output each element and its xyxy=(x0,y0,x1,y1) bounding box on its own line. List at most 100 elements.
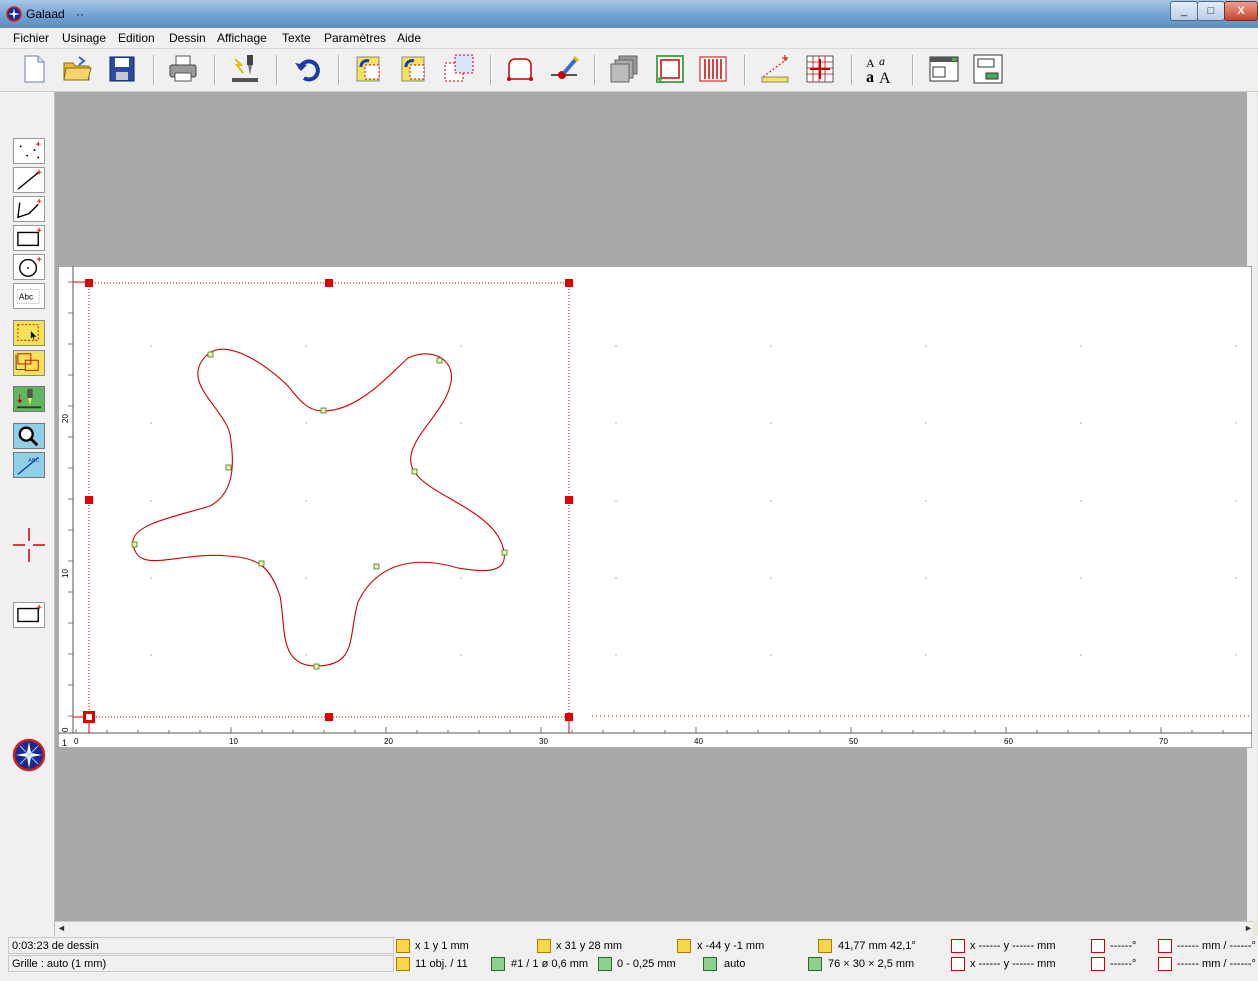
galaad-logo-icon xyxy=(6,6,22,22)
handle-top-right[interactable] xyxy=(565,279,573,287)
x-tick: 30 xyxy=(539,737,548,746)
coordinate-icon xyxy=(951,939,965,953)
status-mode: auto xyxy=(724,958,746,970)
circle-tool-icon[interactable] xyxy=(13,254,45,280)
toolbar: AaaA xyxy=(0,49,1258,92)
rotate-clockwise-icon[interactable] xyxy=(353,53,385,85)
save-disk-icon[interactable] xyxy=(106,53,138,85)
menu-dessin[interactable]: Dessin xyxy=(169,31,206,45)
line-tool-icon[interactable] xyxy=(13,167,45,193)
mode-icon xyxy=(703,957,717,971)
handle-top-left[interactable] xyxy=(85,279,93,287)
dimension-tool-icon[interactable]: ABC xyxy=(13,452,45,478)
status-distance: 41,77 mm 42,1° xyxy=(838,940,916,952)
window-title-suffix: ·· xyxy=(76,7,84,21)
select-frame-icon[interactable] xyxy=(654,53,686,85)
text-tool-icon[interactable]: Abc xyxy=(13,283,45,309)
handle-middle-left[interactable] xyxy=(85,496,93,504)
move-tool-icon[interactable] xyxy=(13,350,45,376)
menu-parametres[interactable]: Paramètres xyxy=(324,31,386,45)
status-drawing-time: 0:03:23 de dessin xyxy=(12,940,99,952)
x-tick: 20 xyxy=(384,737,393,746)
machine-tool-icon[interactable] xyxy=(13,386,45,412)
layers-icon[interactable] xyxy=(609,53,641,85)
svg-text:A: A xyxy=(866,56,875,70)
galaad-emblem-icon xyxy=(12,738,46,772)
print-icon[interactable] xyxy=(167,53,199,85)
coordinate-icon xyxy=(951,957,965,971)
array-copy-icon[interactable] xyxy=(443,53,475,85)
angle-icon xyxy=(1091,939,1105,953)
menu-texte[interactable]: Texte xyxy=(282,31,311,45)
minimize-button[interactable]: _ xyxy=(1170,1,1198,21)
horizontal-scrollbar[interactable] xyxy=(55,921,1253,936)
text-font-icon[interactable]: Aaa A xyxy=(865,53,897,85)
x-tick: 10 xyxy=(229,737,238,746)
rotate-counterclockwise-icon[interactable] xyxy=(398,53,430,85)
handle-bottom-center[interactable] xyxy=(325,713,333,721)
status-angle-a: ------° xyxy=(1110,940,1137,952)
machine-tool-icon[interactable] xyxy=(229,53,261,85)
title-bar xyxy=(0,0,1258,28)
window-layout-icon[interactable] xyxy=(928,53,960,85)
handle-top-center[interactable] xyxy=(325,279,333,287)
status-coord-a: x ------ y ------ mm xyxy=(970,940,1056,952)
length-icon xyxy=(1158,957,1172,971)
zoom-tool-icon[interactable] xyxy=(13,423,45,449)
x-tick: 70 xyxy=(1159,737,1168,746)
status-tool: #1 / 1 ø 0,6 mm xyxy=(511,958,589,970)
x-tick: 0 xyxy=(74,737,79,746)
status-pos2: x 31 y 28 mm xyxy=(556,940,623,952)
window-sub-layout-icon[interactable] xyxy=(972,53,1004,85)
ruler-corner-label: 1 xyxy=(62,738,67,748)
length-icon xyxy=(1158,939,1172,953)
drawing-canvas[interactable]: 1 0 10 20 30 40 50 60 70 20 10 0 xyxy=(58,266,1252,748)
menu-aide[interactable]: Aide xyxy=(397,31,421,45)
status-depth: 0 - 0,25 mm xyxy=(617,958,676,970)
svg-text:a: a xyxy=(879,54,885,68)
menu-affichage[interactable]: Affichage xyxy=(217,31,267,45)
status-pos3: x -44 y -1 mm xyxy=(697,940,765,952)
rectangle-frame-icon[interactable] xyxy=(13,602,45,628)
menu-edition[interactable]: Edition xyxy=(118,31,155,45)
status-coord-b: x ------ y ------ mm xyxy=(970,958,1056,970)
select-tool-icon[interactable] xyxy=(13,320,45,346)
status-size: 76 × 30 × 2,5 mm xyxy=(828,958,915,970)
tool-palette: Abc ABC xyxy=(0,92,55,936)
scroll-right-arrow-icon[interactable]: ► xyxy=(1244,923,1253,933)
crosshair-icon xyxy=(13,528,45,562)
close-button[interactable]: X xyxy=(1224,1,1258,21)
objects-icon xyxy=(396,957,410,971)
position-icon xyxy=(537,939,551,953)
distance-icon xyxy=(818,939,832,953)
open-folder-icon[interactable] xyxy=(61,53,93,85)
new-file-icon[interactable] xyxy=(18,53,50,85)
trace-shape-icon[interactable] xyxy=(504,53,536,85)
status-grid: Grille : auto (1 mm) xyxy=(12,958,107,970)
maximize-button[interactable]: □ xyxy=(1197,1,1225,21)
status-pos1: x 1 y 1 mm xyxy=(415,940,469,952)
status-bar: 0:03:23 de dessin Grille : auto (1 mm) x… xyxy=(0,936,1258,981)
polyline-tool-icon[interactable] xyxy=(13,196,45,222)
svg-text:a: a xyxy=(866,69,874,85)
undo-icon[interactable] xyxy=(292,53,324,85)
handle-bottom-right[interactable] xyxy=(565,713,573,721)
grid-icon[interactable] xyxy=(804,53,836,85)
measure-line-icon[interactable] xyxy=(759,53,791,85)
menu-fichier[interactable]: Fichier xyxy=(13,31,49,45)
depth-icon xyxy=(598,957,612,971)
handle-middle-right[interactable] xyxy=(565,496,573,504)
status-objects: 11 obj. / 11 xyxy=(415,958,468,970)
x-tick: 40 xyxy=(694,737,703,746)
menu-usinage[interactable]: Usinage xyxy=(62,31,106,45)
laser-tool-icon[interactable] xyxy=(548,53,580,85)
status-angle-b: ------° xyxy=(1110,958,1137,970)
status-len-a: ------ mm / ------° xyxy=(1177,940,1256,952)
svg-text:A: A xyxy=(879,70,891,85)
svg-text:Abc: Abc xyxy=(19,292,33,302)
point-tool-icon[interactable] xyxy=(13,138,45,164)
scroll-left-arrow-icon[interactable]: ◄ xyxy=(57,923,66,933)
stripes-icon[interactable] xyxy=(697,53,729,85)
rectangle-tool-icon[interactable] xyxy=(13,225,45,251)
angle-icon xyxy=(1091,957,1105,971)
